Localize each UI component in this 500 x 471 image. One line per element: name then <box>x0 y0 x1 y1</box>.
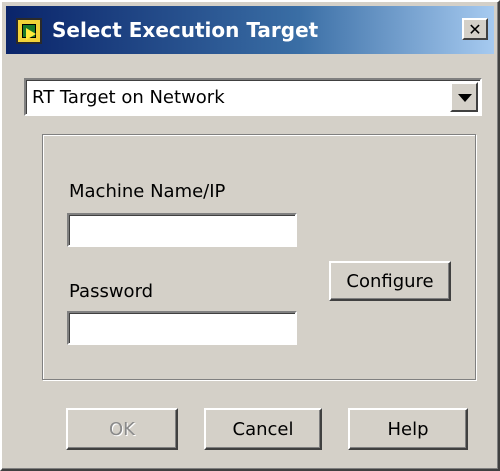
password-label: Password <box>69 281 154 302</box>
window-title: Select Execution Target <box>52 18 319 42</box>
close-icon: ✕ <box>468 19 482 39</box>
ok-button[interactable]: OK <box>66 408 178 450</box>
machine-name-input[interactable] <box>67 213 297 247</box>
dropdown-selected-value: RT Target on Network <box>32 87 225 108</box>
dropdown-arrow-button[interactable] <box>450 82 478 112</box>
machine-name-label: Machine Name/IP <box>69 181 226 202</box>
password-input[interactable] <box>67 311 297 345</box>
help-button[interactable]: Help <box>348 408 468 450</box>
cancel-button[interactable]: Cancel <box>204 408 322 450</box>
close-button[interactable]: ✕ <box>462 18 488 40</box>
select-execution-target-dialog: Select Execution Target ✕ RT Target on N… <box>0 0 500 471</box>
chevron-down-icon <box>458 94 472 102</box>
labview-target-icon <box>16 18 42 44</box>
title-bar[interactable]: Select Execution Target ✕ <box>6 6 494 54</box>
target-settings-group: Machine Name/IP Password Configure <box>42 134 476 380</box>
execution-target-dropdown[interactable]: RT Target on Network <box>24 78 482 116</box>
configure-button[interactable]: Configure <box>329 261 451 301</box>
